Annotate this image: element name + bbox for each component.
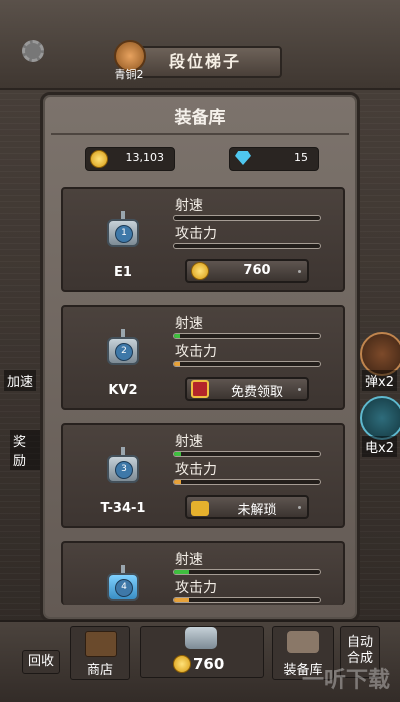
fire-rate-bar — [173, 569, 321, 575]
equipment-card[interactable]: 2 KV2 射速 攻击力 免费领取 — [61, 305, 345, 410]
lock-icon — [191, 501, 209, 516]
shop-icon — [85, 631, 117, 657]
armory-icon — [287, 631, 319, 653]
attack-label: 攻击力 — [175, 226, 217, 242]
ammo-boost-label: 弹x2 — [362, 370, 397, 391]
attack-bar — [173, 243, 321, 249]
coin-icon — [191, 262, 209, 280]
buy-tank-button[interactable]: 760 — [140, 626, 264, 678]
recycle-button[interactable]: 回收 — [22, 650, 60, 674]
rank-ladder-button[interactable]: 段位梯子 — [128, 46, 282, 78]
tank-icon: 1 — [101, 211, 145, 255]
tank-level: 2 — [115, 343, 133, 361]
gem-value: 15 — [294, 151, 308, 164]
attack-label: 攻击力 — [175, 462, 217, 478]
fire-rate-label: 射速 — [175, 198, 203, 214]
coin-icon — [90, 150, 108, 168]
bottom-bar: 回收 商店 760 装备库 自动 合成 一听下载 — [0, 620, 400, 702]
tank-icon: 4 — [101, 565, 145, 609]
coin-icon — [173, 655, 191, 673]
video-ad-icon — [191, 380, 209, 398]
fire-rate-bar — [173, 451, 321, 457]
shop-label: 商店 — [86, 663, 113, 678]
tank-level: 4 — [115, 579, 133, 597]
tank-level: 1 — [115, 225, 133, 243]
buy-price: 760 — [243, 263, 271, 278]
fire-rate-label: 射速 — [175, 552, 203, 568]
tank-level: 3 — [115, 461, 133, 479]
armory-panel: 装备库 13,103 15 1 E1 射速 攻击力 760 2 KV2 射速 攻… — [40, 92, 360, 622]
panel-title: 装备库 — [174, 108, 226, 128]
coin-counter: 13,103 — [85, 147, 175, 171]
fire-rate-label: 射速 — [175, 316, 203, 332]
tank-icon: 3 — [101, 447, 145, 491]
locked-button[interactable]: 未解琐 — [185, 495, 309, 519]
top-bar: 段位梯子 青铜2 — [0, 0, 400, 90]
coin-value: 13,103 — [125, 151, 165, 164]
rank-label: 青铜2 — [114, 68, 144, 81]
equipment-card[interactable]: 1 E1 射速 攻击力 760 — [61, 187, 345, 292]
title-divider — [51, 133, 349, 135]
settings-gear-icon[interactable] — [22, 40, 44, 62]
buy-button[interactable]: 760 — [185, 259, 309, 283]
fire-rate-bar — [173, 215, 321, 221]
reward-label[interactable]: 奖励 — [10, 430, 40, 470]
attack-bar — [173, 361, 321, 367]
tank-icon: 2 — [101, 329, 145, 373]
tank-name: E1 — [114, 265, 132, 280]
tank-name: KV2 — [108, 383, 138, 398]
fire-rate-label: 射速 — [175, 434, 203, 450]
fire-rate-bar — [173, 333, 321, 339]
locked-label: 未解琐 — [237, 503, 277, 518]
power-boost-icon[interactable] — [360, 396, 400, 440]
gem-icon — [235, 151, 251, 165]
right-side-panel: 弹x2 电x2 — [360, 100, 400, 520]
attack-bar — [173, 597, 321, 603]
gem-counter: 15 — [229, 147, 319, 171]
attack-bar — [173, 479, 321, 485]
equipment-card[interactable]: 4 射速 攻击力 — [61, 541, 345, 605]
free-claim-label: 免费领取 — [230, 385, 283, 400]
power-boost-label: 电x2 — [362, 436, 397, 457]
buy-tank-price: 760 — [193, 655, 225, 673]
attack-label: 攻击力 — [175, 344, 217, 360]
watermark: 一听下载 — [301, 668, 390, 693]
attack-label: 攻击力 — [175, 580, 217, 596]
speed-up-label[interactable]: 加速 — [4, 370, 37, 391]
tank-icon — [185, 627, 217, 649]
free-claim-button[interactable]: 免费领取 — [185, 377, 309, 401]
left-side-panel: 加速 奖励 — [0, 100, 40, 520]
equipment-card[interactable]: 3 T-34-1 射速 攻击力 未解琐 — [61, 423, 345, 528]
shop-button[interactable]: 商店 — [70, 626, 130, 680]
tank-name: T-34-1 — [100, 501, 146, 516]
